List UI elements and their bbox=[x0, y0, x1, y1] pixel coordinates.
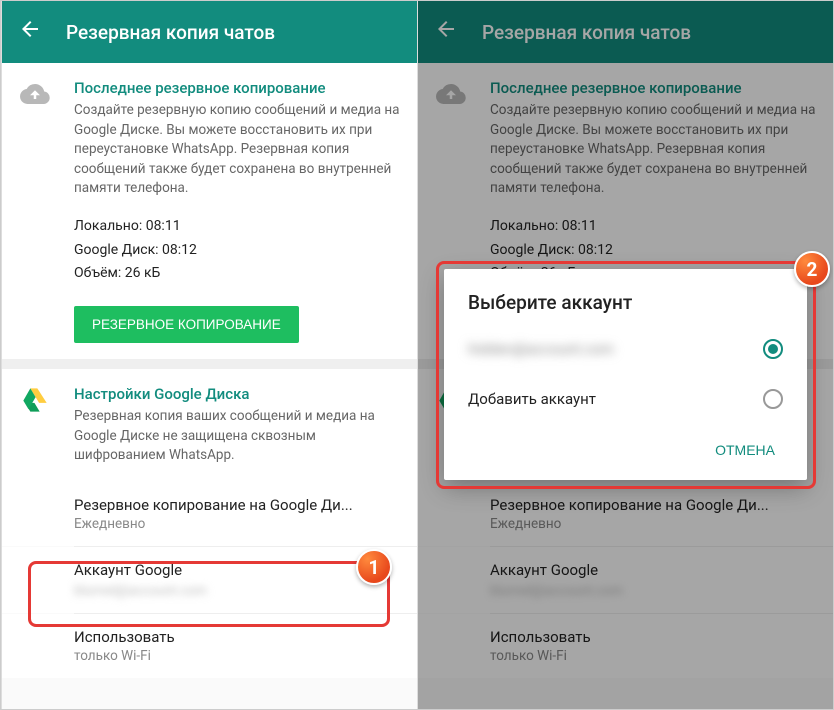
section-divider bbox=[2, 359, 417, 369]
drive-icon bbox=[20, 385, 50, 415]
app-bar-title: Резервная копия чатов bbox=[66, 21, 275, 44]
screen-right: Резервная копия чатов Последнее резервно… bbox=[417, 1, 833, 709]
section-drive-settings: Настройки Google Диска Резервная копия в… bbox=[2, 369, 417, 482]
backup-drive-line: Google Диск: 08:12 bbox=[74, 239, 401, 263]
radio-icon bbox=[763, 389, 783, 409]
freq-label: Резервное копирование на Google Ди... bbox=[74, 496, 401, 514]
backup-section-title: Последнее резервное копирование bbox=[74, 79, 401, 97]
dialog-cancel-button[interactable]: ОТМЕНА bbox=[703, 434, 787, 466]
radio-icon bbox=[763, 339, 783, 359]
drive-settings-desc: Резервная копия ваших сообщений и медиа … bbox=[74, 407, 401, 466]
dialog-option-label: hidden@account.com bbox=[468, 340, 614, 358]
dialog-option-add[interactable]: Добавить аккаунт bbox=[444, 374, 807, 424]
freq-value: Ежедневно bbox=[74, 516, 401, 532]
dialog-option-label: Добавить аккаунт bbox=[468, 390, 596, 408]
network-value: только Wi-Fi bbox=[74, 648, 401, 664]
dialog-actions: ОТМЕНА bbox=[444, 424, 807, 474]
dialog-title: Выберите аккаунт bbox=[444, 289, 807, 324]
network-label: Использовать bbox=[74, 628, 401, 646]
setting-network[interactable]: Использовать только Wi-Fi bbox=[2, 614, 417, 678]
annotation-badge-2: 2 bbox=[794, 251, 830, 287]
backup-local-line: Локально: 08:11 bbox=[74, 215, 401, 239]
backup-button[interactable]: РЕЗЕРВНОЕ КОПИРОВАНИЕ bbox=[74, 306, 299, 343]
dialog-option-existing[interactable]: hidden@account.com bbox=[444, 324, 807, 374]
drive-settings-title: Настройки Google Диска bbox=[74, 385, 401, 403]
back-arrow-icon[interactable] bbox=[18, 17, 42, 47]
account-value: blurred@account.com bbox=[74, 583, 401, 599]
annotation-badge-1: 1 bbox=[356, 549, 392, 585]
section-backup: Последнее резервное копирование Создайте… bbox=[2, 63, 417, 359]
account-label: Аккаунт Google bbox=[74, 561, 401, 579]
screen-left: Резервная копия чатов Последнее резервно… bbox=[1, 1, 417, 709]
backup-size-line: Объём: 26 кБ bbox=[74, 262, 401, 286]
account-dialog: Выберите аккаунт hidden@account.com Доба… bbox=[444, 269, 807, 480]
cloud-upload-icon bbox=[20, 79, 50, 109]
backup-description: Создайте резервную копию сообщений и мед… bbox=[74, 101, 401, 199]
setting-backup-frequency[interactable]: Резервное копирование на Google Ди... Еж… bbox=[2, 482, 417, 546]
setting-google-account[interactable]: Аккаунт Google blurred@account.com bbox=[2, 547, 417, 613]
app-bar: Резервная копия чатов bbox=[2, 1, 417, 63]
